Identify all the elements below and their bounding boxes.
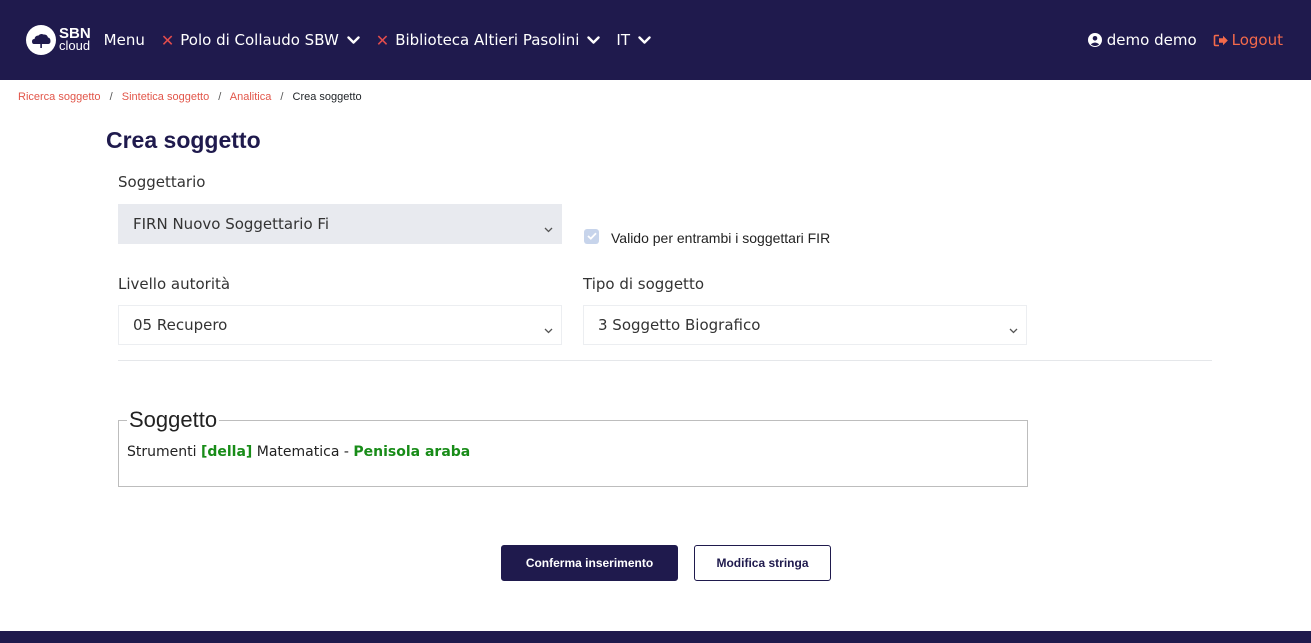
sbn-cloud-logo[interactable]: SBN cloud xyxy=(26,25,91,55)
section-divider xyxy=(118,360,1212,361)
close-x-icon[interactable]: ✕ xyxy=(161,31,174,50)
page-title: Crea soggetto xyxy=(106,127,261,153)
user-name: demo demo xyxy=(1106,31,1197,49)
menu-button[interactable]: Menu xyxy=(104,31,145,49)
breadcrumb-analitica[interactable]: Analitica xyxy=(230,91,272,103)
biblioteca-label: Biblioteca Altieri Pasolini xyxy=(395,31,580,49)
language-dropdown[interactable]: IT xyxy=(616,31,651,49)
polo-dropdown[interactable]: ✕ Polo di Collaudo SBW xyxy=(161,31,360,50)
chevron-down-icon xyxy=(347,35,360,45)
breadcrumb-current: Crea soggetto xyxy=(292,91,362,103)
close-x-icon[interactable]: ✕ xyxy=(376,31,389,50)
chevron-down-icon xyxy=(587,35,601,45)
chevron-down-icon xyxy=(1009,320,1018,338)
soggettario-value: FIRN Nuovo Soggettario Fi xyxy=(133,215,330,233)
logout-label: Logout xyxy=(1231,31,1283,49)
user-circle-icon xyxy=(1087,33,1102,47)
chevron-down-icon xyxy=(544,320,553,338)
soggettario-select[interactable]: FIRN Nuovo Soggettario Fi xyxy=(118,204,562,244)
breadcrumb-ricerca-soggetto[interactable]: Ricerca soggetto xyxy=(18,91,101,103)
livello-autorita-label: Livello autorità xyxy=(118,275,231,293)
soggetto-term-della: [della] xyxy=(200,444,253,460)
soggetto-term-penisola-araba: Penisola araba xyxy=(353,444,471,460)
soggetto-fieldset: Soggetto Strumenti [della] Matematica - … xyxy=(118,407,1028,487)
user-menu[interactable]: demo demo xyxy=(1087,31,1197,49)
breadcrumb: Ricerca soggetto / Sintetica soggetto / … xyxy=(18,91,362,103)
breadcrumb-separator: / xyxy=(109,91,113,103)
soggetto-string: Strumenti [della] Matematica - Penisola … xyxy=(127,444,1019,460)
language-label: IT xyxy=(616,31,630,49)
menu-label: Menu xyxy=(103,31,145,49)
valido-entrambi-label: Valido per entrambi i soggettari FIR xyxy=(611,230,831,246)
modifica-stringa-button[interactable]: Modifica stringa xyxy=(694,545,831,581)
valido-entrambi-checkbox[interactable] xyxy=(584,228,599,244)
soggetto-legend: Soggetto xyxy=(129,407,218,432)
chevron-down-icon xyxy=(638,35,651,45)
livello-autorita-select[interactable]: 05 Recupero xyxy=(118,305,562,345)
top-navbar: SBN cloud Menu ✕ Polo di Collaudo SBW ✕ … xyxy=(0,0,1311,80)
biblioteca-dropdown[interactable]: ✕ Biblioteca Altieri Pasolini xyxy=(376,31,601,50)
logo-text-cloud: cloud xyxy=(59,38,91,53)
tipo-soggetto-value: 3 Soggetto Biografico xyxy=(598,316,761,334)
logout-button[interactable]: Logout xyxy=(1213,31,1283,49)
tipo-soggetto-label: Tipo di soggetto xyxy=(583,275,704,293)
livello-autorita-value: 05 Recupero xyxy=(133,316,228,334)
chevron-down-icon xyxy=(544,219,553,237)
tipo-soggetto-select[interactable]: 3 Soggetto Biografico xyxy=(583,305,1027,345)
breadcrumb-separator: / xyxy=(218,91,222,103)
conferma-inserimento-button[interactable]: Conferma inserimento xyxy=(501,545,678,581)
footer-bar xyxy=(0,631,1311,643)
logout-icon xyxy=(1213,34,1228,46)
breadcrumb-separator: / xyxy=(280,91,284,103)
soggetto-term-matematica: Matematica - xyxy=(252,444,354,460)
soggetto-term-strumenti: Strumenti xyxy=(127,444,201,460)
soggettario-label: Soggettario xyxy=(118,173,206,191)
cloud-logo-icon xyxy=(26,25,56,55)
breadcrumb-sintetica-soggetto[interactable]: Sintetica soggetto xyxy=(122,91,209,103)
polo-label: Polo di Collaudo SBW xyxy=(180,31,339,49)
check-icon xyxy=(586,232,597,240)
valido-entrambi-checkbox-row: Valido per entrambi i soggettari FIR xyxy=(584,226,830,246)
